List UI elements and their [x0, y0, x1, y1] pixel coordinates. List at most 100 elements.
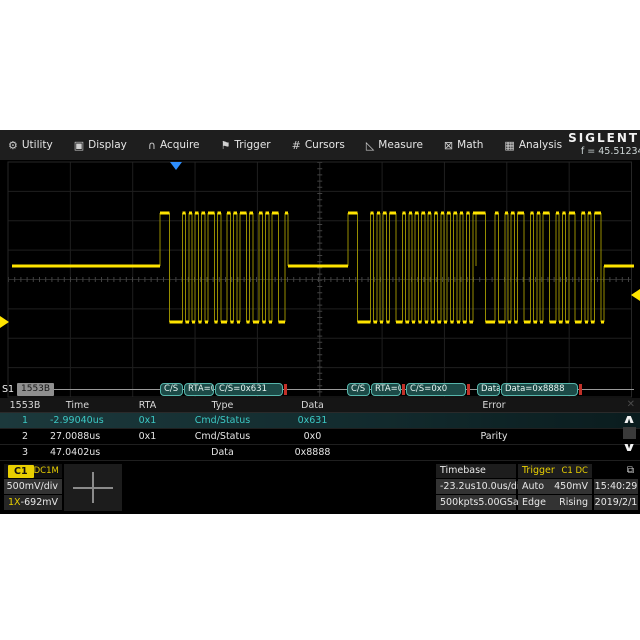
table-cell: 0x1	[105, 431, 190, 442]
channel-descriptor[interactable]: C1 DC1M 500mV/div 1X -692mV	[4, 464, 62, 511]
clock-date: 2019/2/1	[595, 495, 638, 510]
acquire-icon: ∩	[148, 139, 156, 152]
trigger-level: 450mV	[554, 479, 588, 494]
table-header-cell: Error	[370, 400, 618, 411]
add-channel-button[interactable]	[64, 464, 122, 511]
decode-error-mark	[402, 384, 405, 395]
brand-block: SIGLENT Trig'd f = 45.51234kHz	[562, 132, 640, 158]
decode-protocol-badge[interactable]: 1553B	[17, 383, 54, 396]
decode-frame: C/SRTA=0xC/S=0x631	[160, 383, 287, 396]
table-cell: Cmd/Status	[190, 431, 255, 442]
decode-error-mark	[467, 384, 470, 395]
table-cell: 1	[0, 415, 50, 426]
timebase-title: Timebase	[440, 464, 486, 478]
trigger-title: Trigger	[522, 464, 555, 478]
channel-offset: -692mV	[21, 495, 58, 510]
scroll-up-icon[interactable]: ∧	[614, 413, 640, 425]
menu-label: Acquire	[160, 139, 200, 151]
oscilloscope-screen: ⚙Utility▣Display∩Acquire⚑Trigger#Cursors…	[0, 130, 640, 514]
decode-field: C/S=0x631	[215, 383, 283, 396]
display-icon: ▣	[74, 139, 84, 152]
decode-bus-row: S1 1553B C/SRTA=0xC/S=0x631C/SRTA=0xC/S=…	[0, 383, 640, 397]
waveform-display[interactable]	[0, 160, 640, 398]
table-cell: Cmd/Status	[190, 415, 255, 426]
table-cell: 0x0	[255, 431, 370, 442]
decode-table: 1553BTimeRTATypeDataError 1-2.99040us0x1…	[0, 398, 640, 462]
table-cell: 0x1	[105, 415, 190, 426]
scroll-down-icon[interactable]: ∨	[614, 441, 640, 453]
channel-coupling: DC1M	[34, 464, 59, 478]
table-cell: -2.99040us	[50, 415, 105, 426]
menu-item-analysis[interactable]: ▦ Analysis	[504, 139, 562, 152]
menu-label: Math	[457, 139, 483, 151]
channel-scale: 500mV/div	[7, 479, 58, 494]
decode-field: C/S	[160, 383, 183, 396]
decode-frame: C/SRTA=0x C/S=0x0	[347, 383, 470, 396]
analysis-icon: ▦	[504, 139, 514, 152]
decode-source-label: S1	[2, 384, 14, 395]
decode-table-header: 1553BTimeRTATypeDataError	[0, 398, 640, 413]
menu-item-math[interactable]: ⊠ Math	[444, 139, 483, 152]
menu-item-acquire[interactable]: ∩ Acquire	[148, 139, 200, 152]
decode-field: RTA=0x	[371, 383, 401, 396]
trigger-type: Edge	[522, 495, 546, 510]
trigger-level-marker	[631, 289, 640, 301]
timebase-points: 500kpts	[440, 495, 478, 510]
menu-label: Cursors	[305, 139, 345, 151]
table-cell: Data	[190, 447, 255, 458]
brand-logo: SIGLENT	[568, 132, 639, 144]
decode-frame: DataData=0x8888	[477, 383, 582, 396]
decode-field: Data=0x8888	[501, 383, 578, 396]
measure-icon: ◺	[366, 139, 374, 152]
network-icon[interactable]: ⧉	[627, 464, 634, 478]
table-cell: Parity	[370, 431, 618, 442]
menu-label: Utility	[22, 139, 53, 151]
menu-bar: ⚙Utility ▣ Display ∩ Acquire ⚑Trigger # Cursors…	[0, 130, 640, 160]
menu-item-trigger[interactable]: ⚑Trigger	[221, 139, 271, 152]
trigger-mode: Auto	[522, 479, 544, 494]
channel-badge: C1	[8, 465, 34, 478]
decode-error-mark	[579, 384, 582, 395]
status-bar: C1 DC1M 500mV/div 1X -692mV Timebase -23…	[0, 462, 640, 514]
math-icon: ⊠	[444, 139, 453, 152]
table-cell: 0x631	[255, 415, 370, 426]
menu-label: Display	[88, 139, 127, 151]
menu-label: Trigger	[234, 139, 270, 151]
decode-error-mark	[284, 384, 287, 395]
trigger-slope: Rising	[559, 495, 588, 510]
trigger-descriptor[interactable]: Trigger C1 DC Auto 450mV Edge Rising	[518, 464, 592, 511]
table-row[interactable]: 347.0402usData0x8888	[0, 445, 640, 461]
menu-item-measure[interactable]: ◺ Measure	[366, 139, 423, 152]
decode-field: RTA=0x	[184, 383, 214, 396]
menu-label: Measure	[378, 139, 423, 151]
menu-items: ⚙Utility ▣ Display ∩ Acquire ⚑Trigger # Cursors…	[0, 139, 562, 152]
table-header-cell: Time	[50, 400, 105, 411]
trigger-source: C1 DC	[561, 464, 588, 478]
scroll-thumb[interactable]	[623, 427, 636, 439]
table-cell: 47.0402us	[50, 447, 105, 458]
table-cell: 3	[0, 447, 50, 458]
trigger-icon: ⚑	[221, 139, 231, 152]
table-header-cell: 1553B	[0, 400, 50, 411]
decode-field: C/S=0x0	[406, 383, 466, 396]
table-header-cell: Data	[255, 400, 370, 411]
menu-label: Analysis	[519, 139, 562, 151]
decode-field: C/S	[347, 383, 370, 396]
table-cell: 2	[0, 431, 50, 442]
channel-probe: 1X	[8, 495, 21, 510]
close-icon[interactable]: ✕	[627, 399, 635, 410]
table-row[interactable]: 227.0088us0x1Cmd/Status0x0Parity	[0, 429, 640, 445]
decode-field: Data	[477, 383, 500, 396]
clock-panel: ⧉ 15:40:29 2019/2/1	[594, 464, 638, 511]
timebase-delay: -23.2us	[440, 479, 476, 494]
table-scrollbar: ∧ ∨	[619, 413, 639, 461]
table-row[interactable]: 1-2.99040us0x1Cmd/Status0x631	[0, 413, 640, 429]
clock-time: 15:40:29	[595, 479, 638, 494]
cursors-icon: #	[292, 139, 301, 152]
trigger-frequency: f = 45.51234kHz	[581, 146, 640, 158]
menu-item-display[interactable]: ▣ Display	[74, 139, 127, 152]
timebase-descriptor[interactable]: Timebase -23.2us 10.0us/div 500kpts 5.00…	[436, 464, 516, 511]
menu-item-utility[interactable]: ⚙Utility	[8, 139, 53, 152]
table-header-cell: RTA	[105, 400, 190, 411]
menu-item-cursors[interactable]: # Cursors	[292, 139, 345, 152]
